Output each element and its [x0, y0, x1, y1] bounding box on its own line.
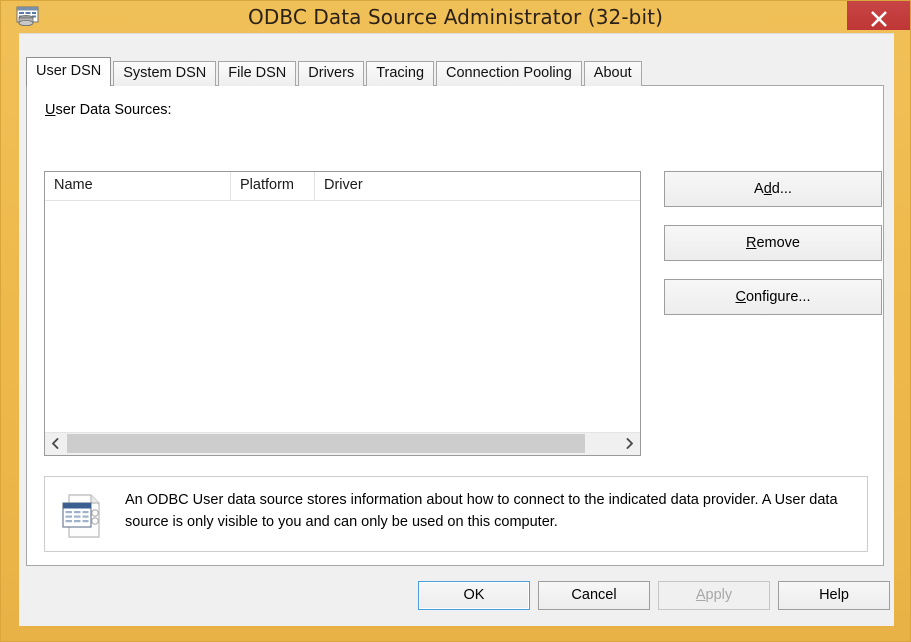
remove-label-post: emove — [756, 235, 800, 251]
tab-connection-pooling[interactable]: Connection Pooling — [436, 61, 582, 86]
tab-about[interactable]: About — [583, 61, 642, 86]
description-group-box: An ODBC User data source stores informat… — [44, 476, 868, 552]
cancel-button[interactable]: Cancel — [538, 581, 650, 610]
remove-label-accel: R — [745, 235, 757, 251]
window-title: ODBC Data Source Administrator (32-bit) — [248, 5, 663, 29]
add-label-accel: d — [763, 181, 772, 197]
horizontal-scrollbar[interactable] — [45, 432, 640, 455]
configure-button[interactable]: Configure... — [664, 279, 882, 315]
user-data-sources-list[interactable]: Name Platform Driver — [44, 171, 641, 456]
list-body-empty[interactable] — [45, 201, 640, 433]
add-label-post: d... — [771, 181, 792, 197]
description-text: An ODBC User data source stores informat… — [125, 489, 855, 533]
label-rest: ser Data Sources: — [55, 102, 172, 118]
scrollbar-thumb[interactable] — [67, 434, 585, 453]
tab-tracing[interactable]: Tracing — [366, 61, 435, 86]
list-column-headers: Name Platform Driver — [45, 172, 640, 201]
column-header-platform[interactable]: Platform — [231, 172, 315, 200]
tab-user-dsn[interactable]: User DSN — [26, 57, 112, 86]
user-data-sources-label: User Data Sources: — [45, 102, 172, 118]
chevron-right-icon — [626, 438, 633, 449]
tab-system-dsn[interactable]: System DSN — [113, 61, 217, 86]
dialog-client-area: User DSN System DSN File DSN Drivers Tracing… — [19, 33, 894, 626]
configure-label-accel: C — [735, 289, 746, 305]
help-button[interactable]: Help — [778, 581, 890, 610]
description-line-1: An ODBC User data source stores informat… — [125, 492, 771, 508]
scroll-right-button[interactable] — [619, 433, 640, 454]
label-accelerator: U — [45, 102, 56, 118]
add-label-pre: A — [754, 181, 764, 197]
apply-label-accel: A — [695, 587, 706, 603]
close-button[interactable] — [847, 1, 910, 30]
apply-label-post: pply — [705, 587, 733, 603]
configure-label-post: onfigure... — [745, 289, 811, 305]
data-source-document-icon — [59, 493, 103, 539]
tab-file-dsn[interactable]: File DSN — [218, 61, 297, 86]
tab-strip: User DSN System DSN File DSN Drivers Tracing… — [26, 57, 886, 86]
title-bar[interactable]: ODBC Data Source Administrator (32-bit) — [1, 1, 910, 33]
column-header-driver[interactable]: Driver — [315, 172, 640, 200]
add-button[interactable]: Add... — [664, 171, 882, 207]
scroll-left-button[interactable] — [45, 433, 66, 454]
remove-button[interactable]: Remove — [664, 225, 882, 261]
ok-button[interactable]: OK — [418, 581, 530, 610]
tab-drivers[interactable]: Drivers — [298, 61, 365, 86]
column-header-name[interactable]: Name — [45, 172, 231, 200]
chevron-left-icon — [52, 438, 59, 449]
odbc-administrator-window: ODBC Data Source Administrator (32-bit) … — [0, 0, 911, 642]
user-dsn-panel: User Data Sources: NamePlatformDriver — [26, 85, 884, 566]
close-icon — [870, 11, 887, 27]
apply-button: Apply — [658, 581, 770, 610]
